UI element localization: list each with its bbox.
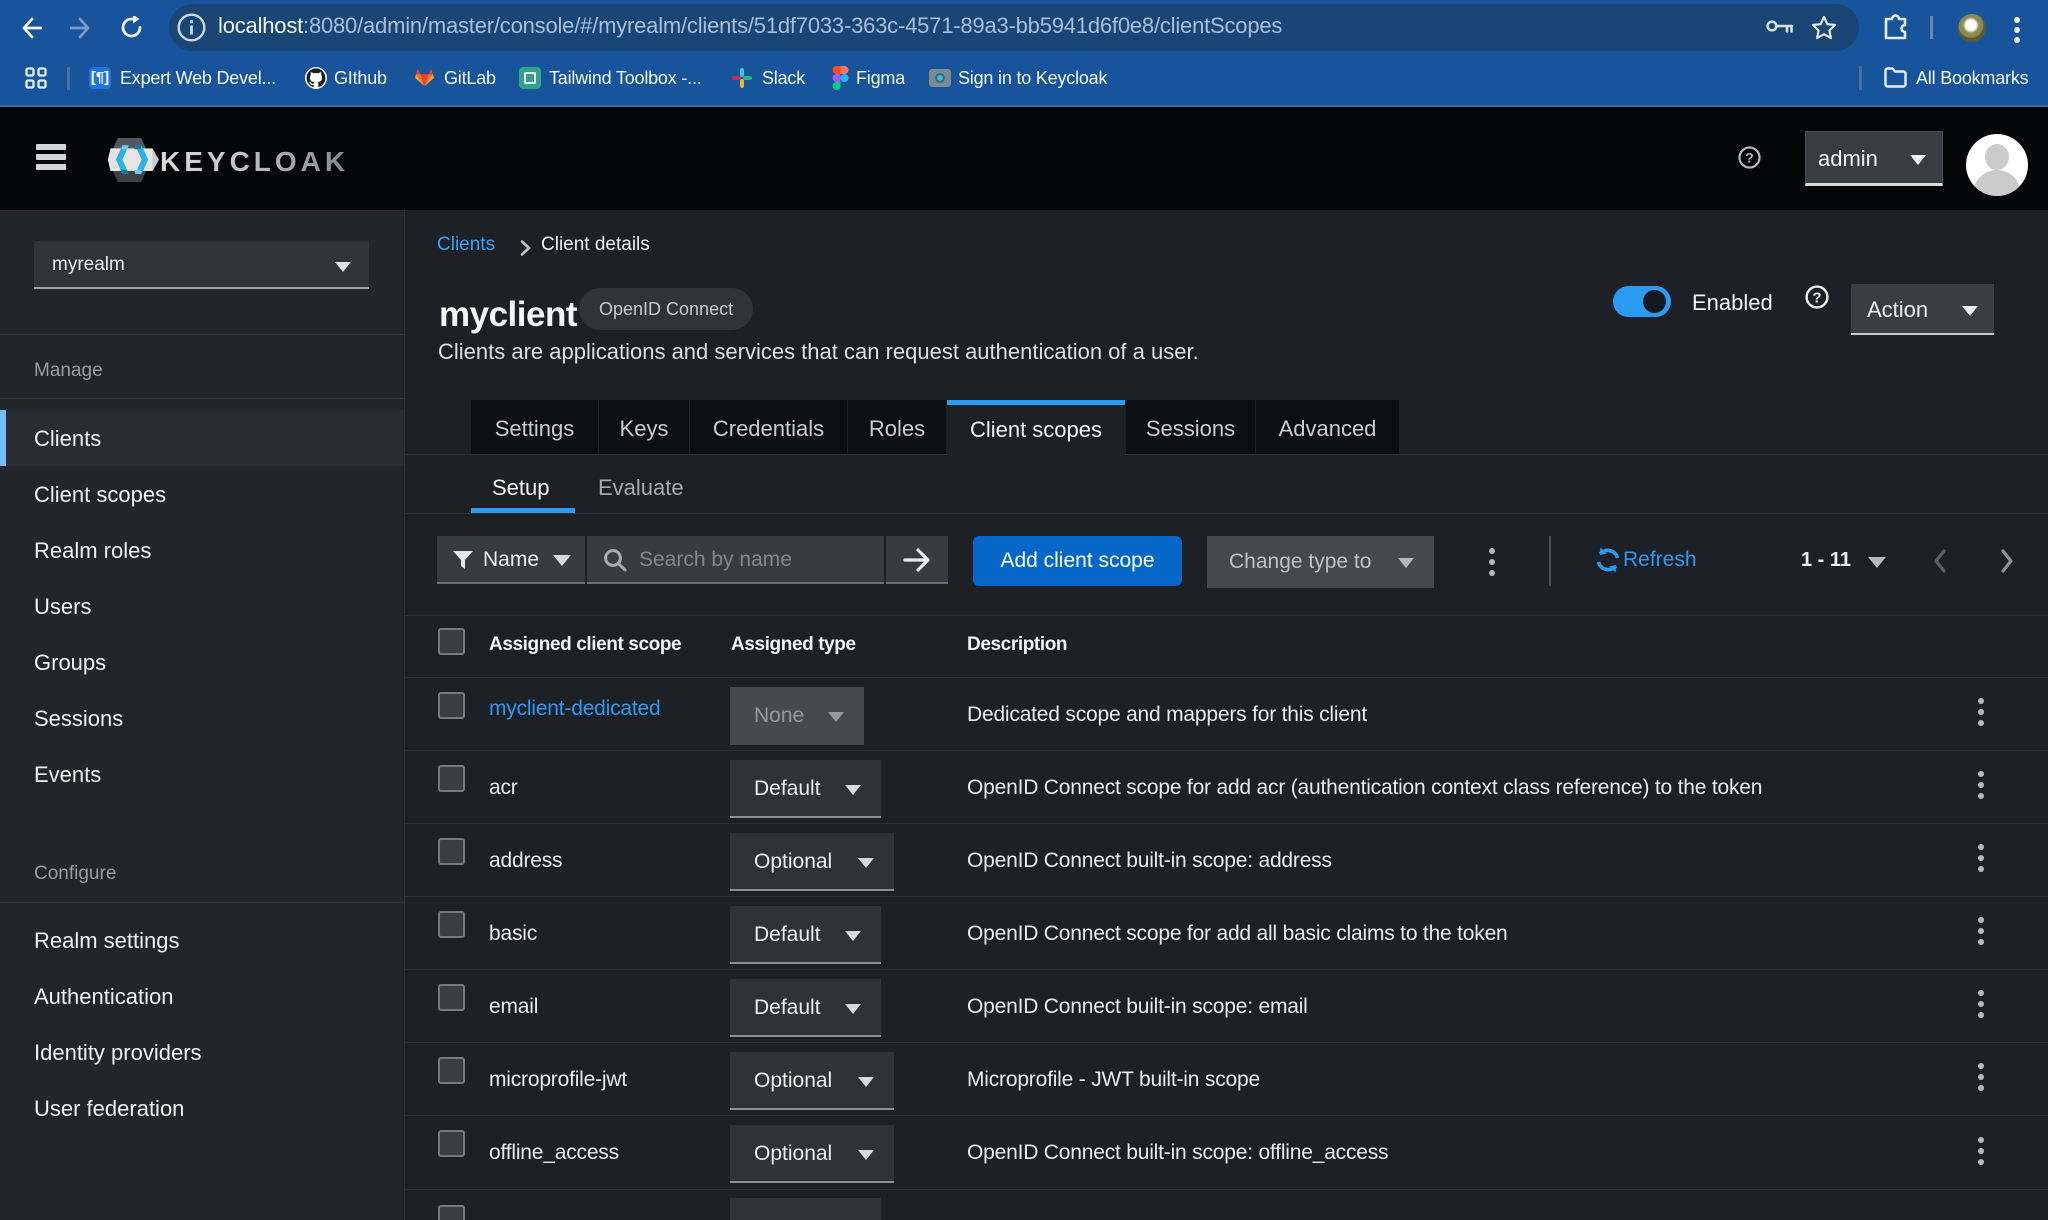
svg-text:?: ?: [1812, 289, 1821, 306]
svg-text:?: ?: [1745, 150, 1754, 166]
